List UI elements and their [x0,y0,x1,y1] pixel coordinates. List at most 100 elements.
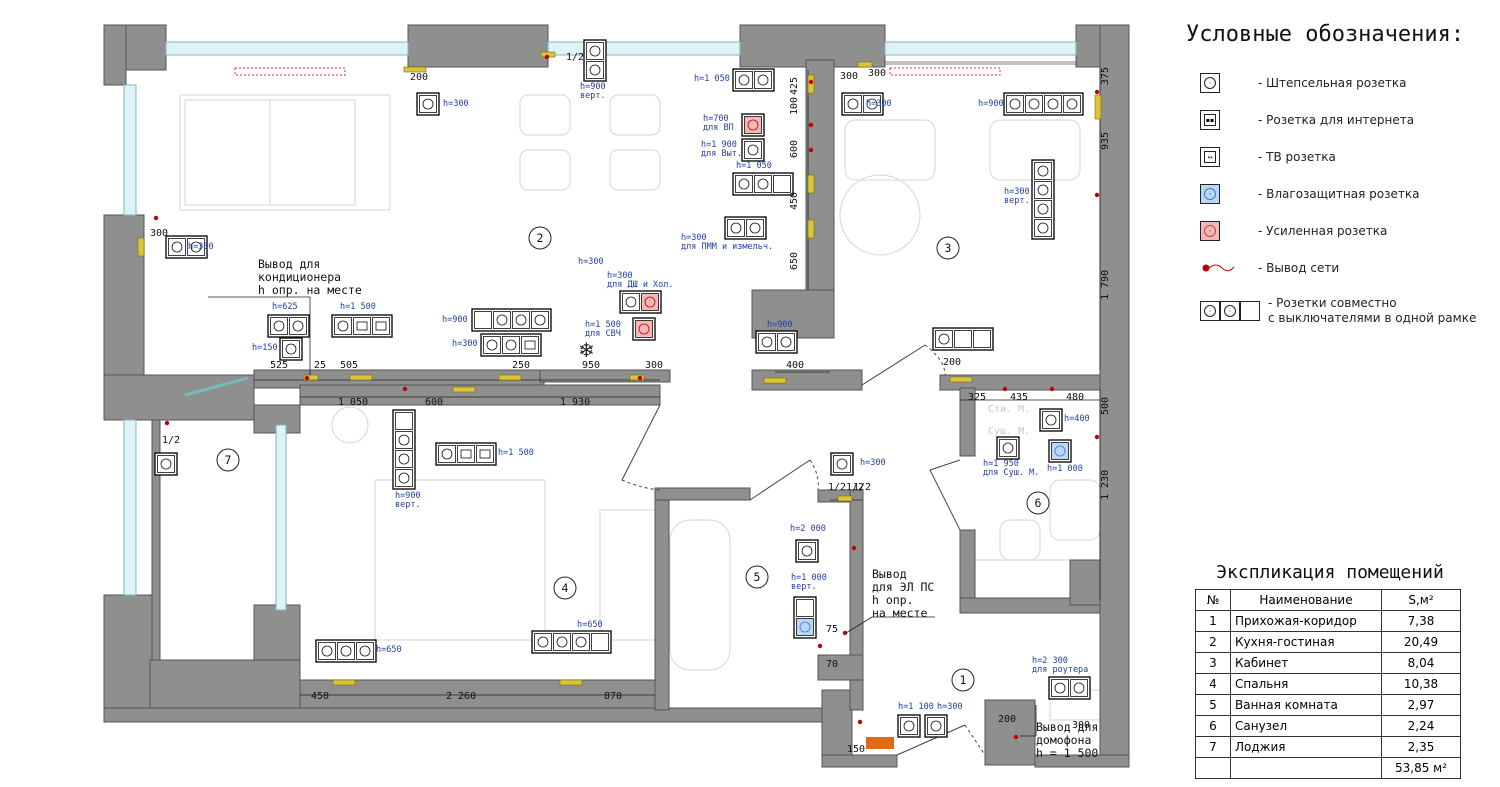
socket-height-label: h=150 [252,343,278,353]
socket-icon [1042,411,1060,429]
explication-title: Экспликация помещений [1216,562,1444,583]
socket-icon [758,333,776,351]
socket-height-label: h=300 [578,257,604,267]
socket-icon [1070,679,1088,697]
legend-label: - ТВ розетка [1258,150,1336,164]
table-cell: 20,49 [1381,631,1461,653]
legend-item-socket: ◦ - Штепсельная розетка [1200,70,1406,96]
table-cell: 10,38 [1381,673,1461,695]
socket-group [996,436,1020,460]
table-cell: 7,38 [1381,610,1461,632]
socket-group [732,172,794,196]
dimension-value: 525 [270,360,288,371]
legend-label: - Розетка для интернета [1258,113,1415,127]
socket-group [331,314,393,338]
socket-group [267,314,310,338]
socket-icon [1034,181,1052,199]
socket-height-label: h=300 [860,458,886,468]
socket-icon [833,455,851,473]
socket-icon [1034,162,1052,180]
socket-icon [727,219,745,237]
socket-height-label: h=1 100 [898,702,934,712]
table-cell: Кухня-гостиная [1230,631,1382,653]
reinforced-socket-icon [641,293,659,311]
legend-title: Условные обозначения: [1186,22,1465,47]
socket-group [755,330,798,354]
socket-height-label: h=300 верт. [1004,187,1030,206]
socket-group [619,290,662,314]
room-number: 5 [754,570,761,584]
table-row: 6 Санузел 2,24 [1195,715,1461,737]
socket-group [154,452,178,476]
socket-height-label: h=900 [442,315,468,325]
socket-height-label: h=900 [767,320,793,330]
legend-item-reinforced: ◦ - Усиленная розетка [1200,218,1387,244]
socket-icon [356,642,374,660]
total-area: 53,85 м² [1381,757,1461,779]
socket-icon [502,336,520,354]
dimension-value: 250 [512,360,530,371]
dimension-value: 1 790 [1100,270,1111,300]
socket-icon [1044,95,1062,113]
socket-group [724,216,767,240]
socket-icon [168,238,186,256]
legend-label: - Штепсельная розетка [1258,76,1407,90]
dimension-value: 300 [840,71,858,82]
table-cell: 2,35 [1381,736,1461,758]
socket-group [830,452,854,476]
socket-icon [419,95,437,113]
socket-group [1003,92,1084,116]
switch-icon [954,330,972,348]
switch-icon [395,412,413,430]
table-cell: Санузел [1230,715,1382,737]
socket-icon [512,311,530,329]
dimension-value: 1 050 [338,397,368,408]
socket-height-label: h=300 [937,702,963,712]
socket-icon [777,333,795,351]
dimension-value: 505 [340,360,358,371]
table-cell: Лоджия [1230,736,1382,758]
dimension-value: 325 [968,392,986,403]
socket-icon [798,542,816,560]
col-header: S,м² [1381,589,1461,611]
dimension-value: 25 [314,360,326,371]
legend-item-internet: ▪▪ - Розетка для интернета [1200,107,1414,133]
waterproof-socket-icon: ◦ [1200,184,1220,204]
tv-socket-icon [372,317,390,335]
dimension-value: 200 [943,357,961,368]
socket-group [416,92,440,116]
socket-icon [531,311,549,329]
dimension-value: 935 [1100,132,1111,150]
reinforced-socket-icon [744,116,762,134]
socket-icon [744,141,762,159]
socket-icon [1051,679,1069,697]
socket-height-label: h=300 [866,99,892,109]
dimension-value: 75 [826,624,838,635]
table-cell: 2,24 [1381,715,1461,737]
socket-icon [927,717,945,735]
table-row: 7 Лоджия 2,35 [1195,736,1461,758]
socket-height-label: h=300 [188,242,214,252]
socket-group [732,68,775,92]
socket-group [1048,676,1091,700]
socket-group [1039,408,1063,432]
socket-height-label: h=300 [452,339,478,349]
socket-group [924,714,948,738]
socket-group [392,409,416,490]
dimension-value: 300 [645,360,663,371]
socket-height-label: h=400 [1064,414,1090,424]
socket-icon [553,633,571,651]
socket-icon [1025,95,1043,113]
radiator-icon [866,737,894,749]
tv-socket-icon: ↔ [1200,147,1220,167]
socket-height-label: h=2 000 [790,524,826,534]
table-cell: Прихожая-коридор [1230,610,1382,632]
socket-group [793,596,817,639]
room-explication: Экспликация помещений № Наименование S,м… [1195,562,1465,779]
table-cell: Кабинет [1230,652,1382,674]
socket-icon [1034,200,1052,218]
internet-socket-icon: ▪▪ [1200,110,1220,130]
dimension-value: 300 [150,228,168,239]
reinforced-socket-icon [635,320,653,338]
socket-icon [534,633,552,651]
